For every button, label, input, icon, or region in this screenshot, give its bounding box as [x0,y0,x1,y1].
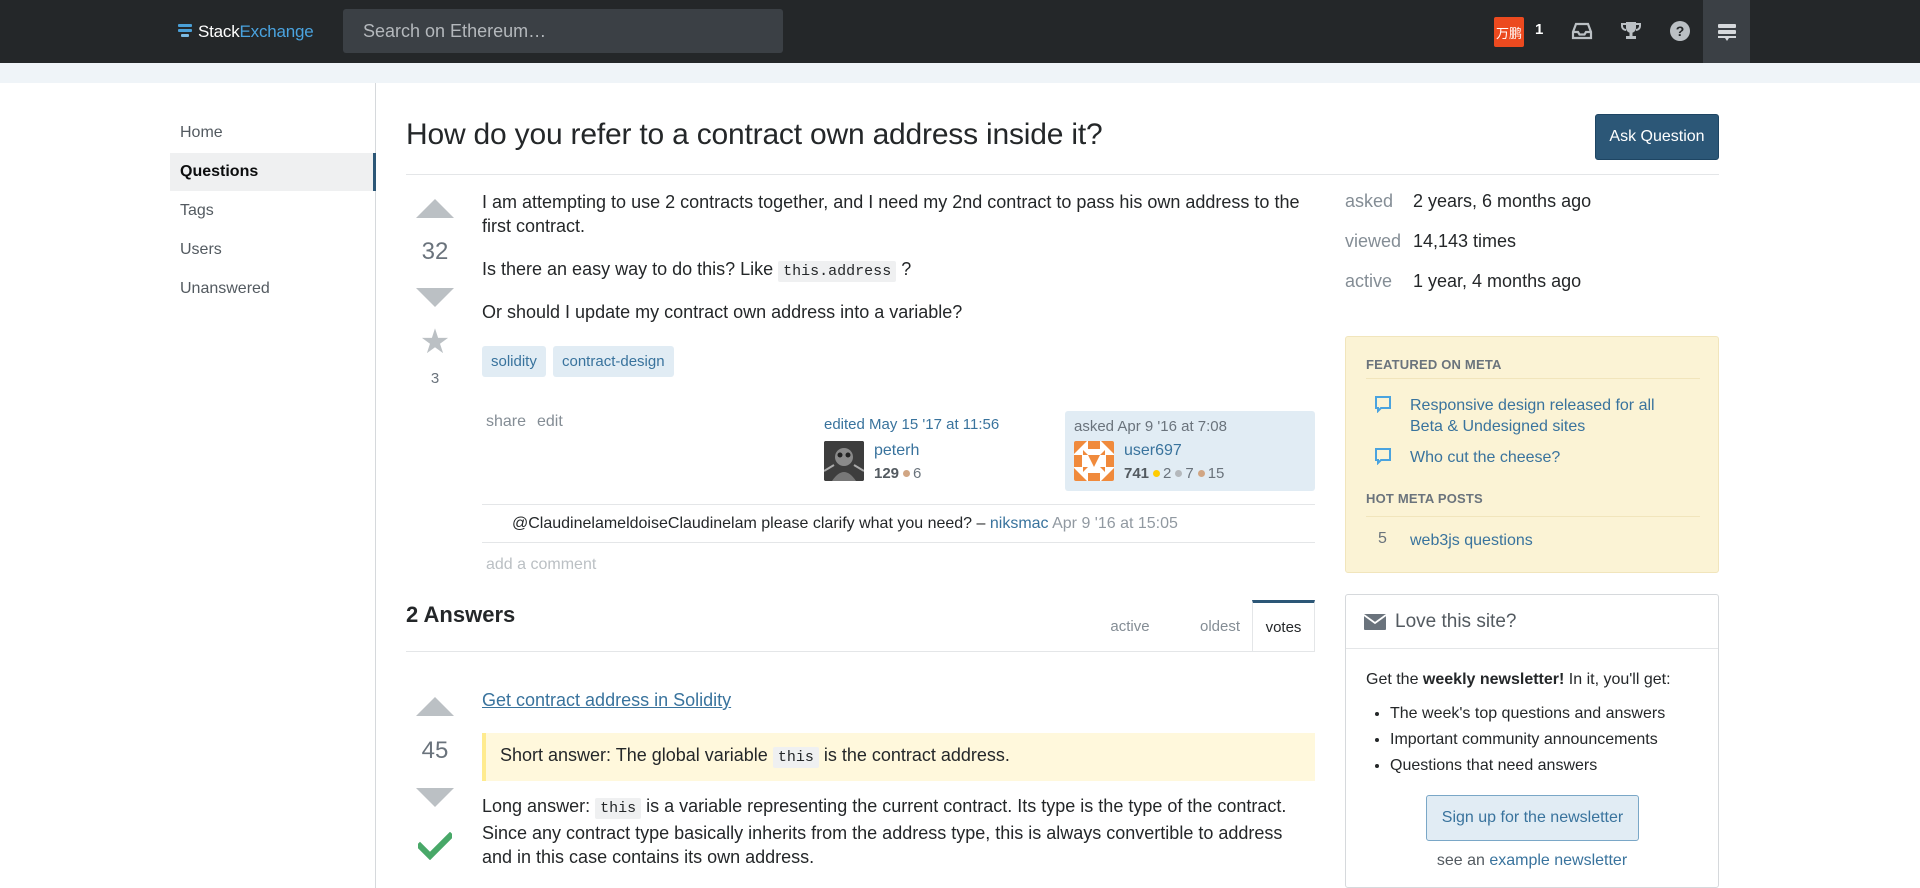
editor-avatar[interactable] [824,441,864,481]
nav-questions[interactable]: Questions [170,153,376,191]
speech-bubble-icon [1375,396,1391,413]
question-paragraph-3: Or should I update my contract own addre… [482,302,963,322]
tag-solidity[interactable]: solidity [482,346,546,377]
ask-question-button[interactable]: Ask Question [1595,114,1719,160]
hot-meta-posts-heading: HOT META POSTS [1366,491,1483,506]
comment-author-link[interactable]: niksmac [990,515,1049,532]
logo-text: StackExchange [198,22,314,41]
help-icon[interactable]: ? [1666,17,1694,45]
top-bar: StackExchange 万鹏 1 ? [0,0,1920,63]
edited-timestamp-link[interactable]: edited May 15 '17 at 11:56 [824,416,999,433]
stat-active: active 1 year, 4 months ago [1345,271,1582,291]
question-downvote-button[interactable] [416,288,454,307]
edited-by-block: edited May 15 '17 at 11:56 [824,416,999,433]
tag-contract-design[interactable]: contract-design [553,346,674,377]
stackexchange-logo[interactable]: StackExchange [178,20,314,44]
asker-username[interactable]: user697 [1124,442,1182,460]
newsletter-intro: Get the weekly newsletter! In it, you'll… [1366,671,1671,688]
nav-users[interactable]: Users [170,231,375,269]
comments-bottom-divider [482,542,1315,543]
reputation-change[interactable]: 1 [1535,21,1543,38]
newsletter-box: Love this site? Get the weekly newslette… [1345,594,1719,888]
asked-value[interactable]: 2 years, 6 months ago [1413,191,1591,211]
nav-tags[interactable]: Tags [170,192,375,230]
favorite-star-icon[interactable]: ★ [410,322,460,362]
site-switcher-icon[interactable] [1703,0,1750,63]
answer-downvote-button[interactable] [416,788,454,807]
question-vote-count: 32 [421,238,449,265]
answer-vote-count: 45 [421,737,449,764]
comments-top-divider [482,504,1315,505]
sub-header-strip [0,63,1920,83]
nav-unanswered[interactable]: Unanswered [170,270,375,308]
inline-code: this.address [778,261,897,282]
search-input[interactable] [363,20,763,42]
inline-code: this [772,747,819,768]
answers-count-heading: 2 Answers [406,602,516,627]
hot-post-score: 5 [1378,530,1387,547]
favorite-count: 3 [430,370,440,387]
comment-date[interactable]: Apr 9 '16 at 15:05 [1052,515,1178,532]
stat-asked: asked 2 years, 6 months ago [1345,191,1592,211]
speech-bubble-icon [1375,448,1391,465]
meta-divider [1366,378,1700,379]
envelope-icon [1364,613,1386,630]
share-link[interactable]: share [486,413,526,431]
tab-active[interactable]: active [1095,600,1165,652]
list-item: The week's top questions and answers [1390,701,1665,727]
newsletter-benefits-list: The week's top questions and answers Imp… [1390,701,1665,779]
answers-divider [406,651,1315,652]
edit-link[interactable]: edit [537,413,563,431]
inbox-icon[interactable] [1568,17,1596,45]
featured-meta-box: FEATURED ON META Responsive design relea… [1345,336,1719,573]
list-item: Questions that need answers [1390,753,1665,779]
editor-username[interactable]: peterh [874,442,919,460]
editor-reputation: 129 6 [874,465,922,482]
meta-divider [1366,516,1700,517]
question-paragraph-1: I am attempting to use 2 contracts toget… [482,192,1300,236]
question-paragraph-2: Is there an easy way to do this? Like th… [482,259,912,282]
inline-code: this [595,798,642,819]
active-value[interactable]: 1 year, 4 months ago [1413,271,1581,291]
tab-oldest[interactable]: oldest [1185,600,1255,652]
asker-avatar[interactable] [1074,441,1114,481]
example-newsletter-line: see an example newsletter [1436,852,1628,869]
meta-featured-link-2[interactable]: Who cut the cheese? [1410,447,1680,468]
question-upvote-button[interactable] [416,199,454,218]
list-item: Important community announcements [1390,727,1665,753]
answer-reference-link[interactable]: Get contract address in Solidity [482,690,731,711]
featured-on-meta-heading: FEATURED ON META [1366,357,1502,372]
hot-meta-post-link[interactable]: web3js questions [1410,530,1680,551]
user-avatar[interactable]: 万鹏 [1494,17,1524,47]
newsletter-heading: Love this site? [1346,595,1718,649]
stackexchange-logo-icon [178,24,192,40]
title-divider [406,174,1719,175]
newsletter-signup-button[interactable]: Sign up for the newsletter [1426,795,1639,841]
accepted-answer-check-icon [418,832,452,860]
svg-text:?: ? [1676,23,1685,39]
answer-upvote-button[interactable] [416,697,454,716]
add-comment-link[interactable]: add a comment [486,556,596,574]
left-sidebar: Home Questions Tags Users Unanswered [170,83,376,888]
question-title[interactable]: How do you refer to a contract own addre… [406,118,1103,152]
achievements-icon[interactable] [1617,17,1645,45]
nav-home[interactable]: Home [170,114,375,152]
comment: @ClaudinelameldoiseClaudinelam please cl… [512,515,1178,532]
example-newsletter-link[interactable]: example newsletter [1489,852,1627,869]
meta-featured-link-1[interactable]: Responsive design released for all Beta … [1410,395,1680,437]
answer-blockquote: Short answer: The global variable this i… [482,733,1315,781]
tab-votes[interactable]: votes [1252,600,1315,652]
asker-reputation: 741 2 7 15 [1124,465,1225,482]
answer-paragraph: Long answer: this is a variable represen… [482,796,1287,867]
stat-viewed: viewed 14,143 times [1345,231,1517,251]
asked-timestamp: asked Apr 9 '16 at 7:08 [1074,418,1227,435]
search-box[interactable] [343,9,783,53]
